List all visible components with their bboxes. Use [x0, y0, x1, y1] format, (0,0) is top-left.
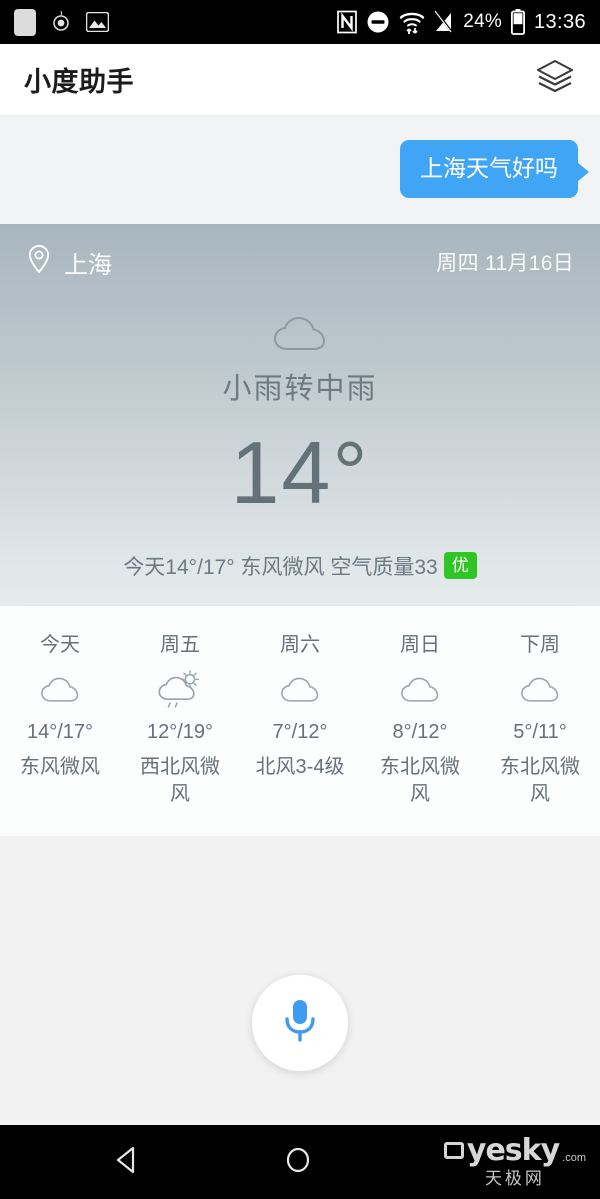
weather-condition-label: 小雨转中雨: [222, 372, 378, 405]
forecast-day-0[interactable]: 今天 14°/17° 东风微风: [0, 628, 120, 808]
forecast-day-label: 周六: [280, 633, 320, 656]
weather-date: 周四 11月16日: [436, 252, 574, 276]
weather-card-header: 上海 周四 11月16日: [0, 224, 600, 287]
forecast-temp-label: 7°/12°: [272, 720, 328, 743]
air-quality-badge: 优: [443, 551, 477, 580]
battery-percent-label: 24%: [463, 11, 502, 32]
user-message-bubble[interactable]: 上海天气好吗: [400, 140, 589, 198]
location-pin-icon: [26, 244, 52, 281]
forecast-day-label: 周日: [400, 633, 440, 656]
microphone-icon: [278, 996, 322, 1051]
app-bar: 小度助手: [0, 44, 600, 116]
notification-box-icon: [14, 8, 36, 36]
forecast-temp-label: 14°/17°: [26, 720, 94, 743]
nfc-icon: [337, 10, 358, 34]
forecast-wind-label: 西北风微风: [140, 755, 220, 805]
do-not-disturb-icon: [366, 10, 390, 34]
chat-message-row: 上海天气好吗: [22, 140, 589, 198]
forecast-temp-label: 5°/11°: [513, 720, 567, 743]
voice-input-button[interactable]: [252, 975, 348, 1071]
weather-current-condition: 小雨转中雨: [0, 287, 600, 407]
forecast-wind-label: 东北风微风: [380, 755, 460, 805]
weather-forecast-row: 今天 14°/17° 东风微风 周五 12°/19° 西北风微风 周六 7°/1…: [0, 605, 600, 834]
status-bar-right-icons: 24% 13:36: [337, 0, 586, 44]
weather-detail-line: 今天14°/17° 东风微风 空气质量33 优: [0, 551, 600, 581]
cloud-icon: [0, 667, 120, 713]
weather-detail-text: 今天14°/17° 东风微风 空气质量33: [123, 555, 438, 579]
sun-cloud-rain-icon: [120, 667, 240, 713]
phone-screen: 24% 13:36 小度助手 上海天气好吗 上海 周四 11月16日 小雨转中雨…: [0, 0, 600, 1199]
watermark-subtitle: 天极网: [484, 1169, 545, 1188]
cloud-icon: [240, 667, 360, 713]
weather-card[interactable]: 上海 周四 11月16日 小雨转中雨 14° 今天14°/17° 东风微风 空气…: [0, 223, 600, 836]
home-circle-icon[interactable]: [281, 1143, 315, 1182]
forecast-day-1[interactable]: 周五 12°/19° 西北风微风: [120, 628, 240, 808]
battery-icon: [510, 9, 525, 35]
weather-location: 上海: [26, 244, 112, 281]
watermark-main: yesky .com: [443, 1133, 586, 1168]
weather-location-label: 上海: [64, 251, 112, 279]
watermark-text: yesky: [466, 1133, 560, 1168]
forecast-wind-label: 东北风微风: [500, 755, 580, 805]
forecast-day-4[interactable]: 下周 5°/11° 东北风微风: [480, 628, 600, 808]
wifi-icon: [399, 10, 425, 35]
forecast-day-label: 今天: [40, 633, 80, 656]
forecast-temp-label: 12°/19°: [146, 720, 214, 743]
gallery-icon: [86, 12, 109, 32]
layers-icon[interactable]: [534, 58, 576, 101]
status-bar-clock: 13:36: [533, 10, 586, 33]
page-title: 小度助手: [24, 67, 134, 97]
cloud-icon: [360, 667, 480, 713]
back-triangle-icon[interactable]: [110, 1143, 144, 1182]
forecast-temp-label: 8°/12°: [392, 720, 448, 743]
watermark-suffix: .com: [562, 1152, 586, 1164]
forecast-wind-label: 东风微风: [20, 755, 100, 778]
watermark-square-icon: [443, 1142, 464, 1159]
cloud-icon: [0, 313, 600, 355]
status-bar: 24% 13:36: [0, 0, 600, 44]
forecast-day-label: 下周: [520, 633, 560, 656]
app-badge-icon: [50, 10, 72, 34]
chat-area: 上海天气好吗: [0, 116, 600, 224]
mic-button-wrapper: [0, 975, 600, 1071]
status-bar-left-icons: [14, 8, 109, 36]
system-nav-bar: yesky .com 天极网: [0, 1125, 600, 1199]
cloud-icon: [480, 667, 600, 713]
forecast-wind-label: 北风3-4级: [255, 755, 345, 778]
forecast-day-2[interactable]: 周六 7°/12° 北风3-4级: [240, 628, 360, 808]
signal-no-service-icon: [434, 10, 454, 34]
watermark: yesky .com 天极网: [443, 1133, 586, 1189]
weather-temperature: 14°: [230, 422, 370, 522]
forecast-day-3[interactable]: 周日 8°/12° 东北风微风: [360, 628, 480, 808]
forecast-day-label: 周五: [160, 633, 200, 656]
